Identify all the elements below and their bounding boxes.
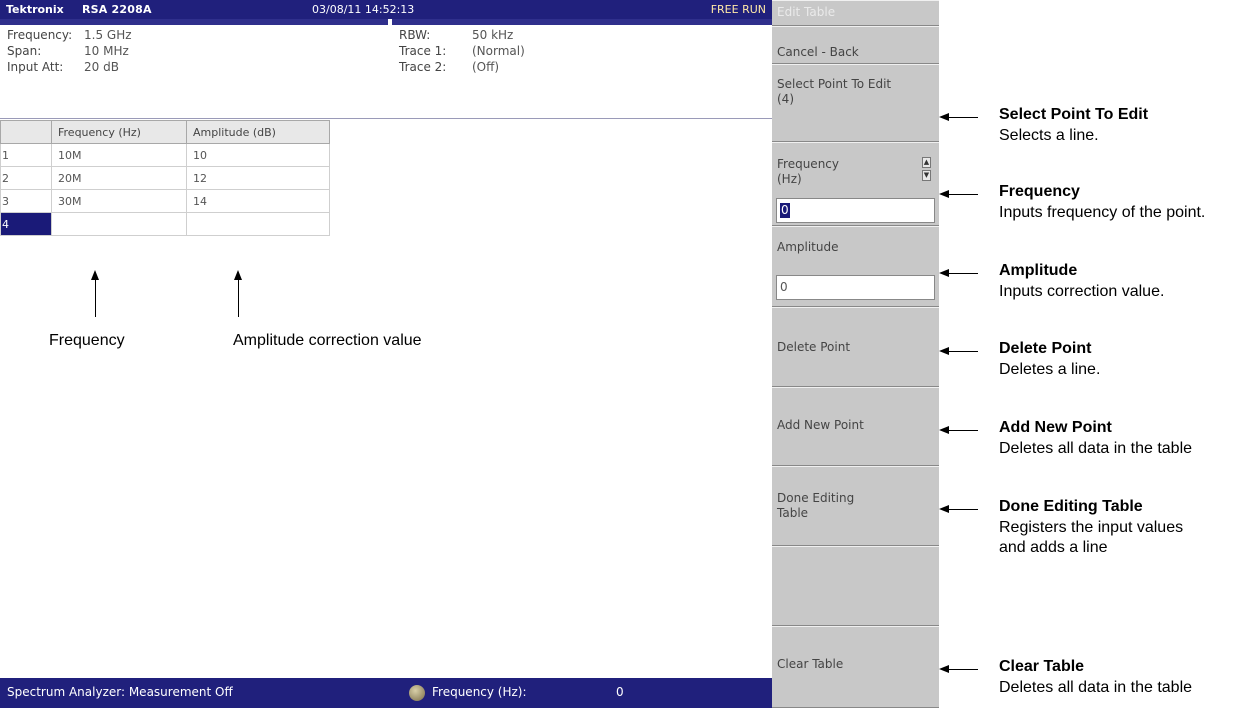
input-att-param-label: Input Att:	[7, 60, 64, 74]
table-header-frequency: Frequency (Hz)	[51, 120, 187, 144]
rbw-param-value: 50 kHz	[472, 28, 514, 42]
done-editing-button[interactable]: Done Editing Table	[772, 466, 939, 546]
table-header-row: Frequency (Hz) Amplitude (dB)	[0, 120, 330, 144]
table-header-index	[0, 120, 52, 144]
add-callout-title: Add New Point	[999, 419, 1112, 436]
table-row-selected[interactable]: 4	[0, 212, 330, 236]
amplitude-callout-line	[948, 272, 978, 274]
add-callout-line	[948, 429, 978, 431]
table-row[interactable]: 1 10M 10	[0, 143, 330, 167]
frequency-callout-line	[948, 193, 978, 195]
select-callout-title: Select Point To Edit	[999, 106, 1149, 123]
datetime-label: 03/08/11 14:52:13	[312, 3, 415, 16]
row-amplitude: 14	[186, 189, 330, 213]
done-callout-title: Done Editing Table	[999, 498, 1143, 515]
run-status: FREE RUN	[710, 3, 766, 16]
span-param-value: 10 MHz	[84, 44, 129, 58]
frequency-callout-desc: Inputs frequency of the point.	[999, 204, 1206, 221]
amplitude-input-value: 0	[780, 280, 788, 294]
trace2-param-value: (Off)	[472, 60, 500, 74]
frequency-softkey[interactable]: Frequency (Hz) ▲ ▼ 0	[772, 142, 939, 226]
frequency-input-value: 0	[780, 203, 790, 218]
delete-point-label: Delete Point	[777, 340, 851, 354]
add-new-point-button[interactable]: Add New Point	[772, 387, 939, 466]
row-amplitude: 10	[186, 143, 330, 167]
scroll-down-icon[interactable]: ▼	[922, 170, 931, 181]
amplitude-callout-title: Amplitude	[999, 262, 1078, 279]
knob-icon	[409, 685, 425, 701]
clear-table-button[interactable]: Clear Table	[772, 626, 939, 708]
input-att-param-value: 20 dB	[84, 60, 119, 74]
row-index: 2	[0, 166, 52, 190]
frequency-softkey-label: Frequency (Hz)	[777, 157, 839, 186]
clear-callout-line	[948, 668, 978, 670]
cancel-back-button[interactable]: Cancel - Back	[772, 26, 939, 64]
select-callout-line	[948, 116, 978, 118]
table-row[interactable]: 2 20M 12	[0, 166, 330, 190]
knob-frequency-value: 0	[616, 685, 624, 699]
select-callout-desc: Selects a line.	[999, 127, 1099, 144]
done-callout-desc-2: and adds a line	[999, 539, 1108, 556]
add-callout-desc: Deletes all data in the table	[999, 440, 1193, 457]
cancel-back-label: Cancel - Back	[777, 45, 859, 59]
amplitude-arrow-line	[237, 279, 239, 317]
amplitude-callout-desc: Inputs correction value.	[999, 283, 1165, 300]
amplitude-softkey[interactable]: Amplitude 0	[772, 226, 939, 307]
clear-callout-desc: Deletes all data in the table	[999, 679, 1193, 696]
table-header-amplitude: Amplitude (dB)	[186, 120, 330, 144]
row-frequency: 20M	[51, 166, 187, 190]
done-callout-line	[948, 508, 978, 510]
row-frequency	[51, 212, 187, 236]
row-frequency: 10M	[51, 143, 187, 167]
rbw-param-label: RBW:	[399, 28, 431, 42]
trace1-param-value: (Normal)	[472, 44, 525, 58]
row-frequency: 30M	[51, 189, 187, 213]
row-index: 3	[0, 189, 52, 213]
row-index: 1	[0, 143, 52, 167]
amplitude-annotation: Amplitude correction value	[233, 332, 422, 349]
delete-point-button[interactable]: Delete Point	[772, 307, 939, 387]
scroll-up-icon[interactable]: ▲	[922, 157, 931, 168]
menu-title-text: Edit Table	[777, 5, 836, 19]
model-label: RSA 2208A	[82, 3, 152, 16]
correction-table: Frequency (Hz) Amplitude (dB) 1 10M 10 2…	[0, 120, 330, 236]
measurement-params: Frequency: 1.5 GHz Span: 10 MHz Input At…	[0, 25, 772, 120]
frequency-callout-title: Frequency	[999, 183, 1080, 200]
params-divider	[0, 118, 772, 119]
status-bar: Spectrum Analyzer: Measurement Off Frequ…	[0, 678, 772, 708]
amplitude-input[interactable]: 0	[776, 275, 935, 300]
row-amplitude	[186, 212, 330, 236]
frequency-arrow-line	[94, 279, 96, 317]
instrument-screen: Tektronix RSA 2208A 03/08/11 14:52:13 FR…	[0, 0, 772, 708]
done-editing-label: Done Editing Table	[777, 491, 855, 520]
measurement-mode: Spectrum Analyzer: Measurement Off	[7, 685, 233, 699]
softkey-menu: Edit Table Cancel - Back Select Point To…	[772, 0, 939, 708]
frequency-input[interactable]: 0	[776, 198, 935, 223]
frequency-annotation: Frequency	[49, 332, 125, 349]
trace2-param-label: Trace 2:	[399, 60, 447, 74]
frequency-param-label: Frequency:	[7, 28, 73, 42]
add-new-point-label: Add New Point	[777, 418, 864, 432]
done-callout-desc-1: Registers the input values	[999, 519, 1184, 536]
select-point-count: (4)	[777, 92, 794, 106]
clear-table-label: Clear Table	[777, 657, 844, 671]
frequency-param-value: 1.5 GHz	[84, 28, 132, 42]
delete-callout-desc: Deletes a line.	[999, 361, 1101, 378]
knob-frequency-label: Frequency (Hz):	[432, 685, 527, 699]
title-bar: Tektronix RSA 2208A 03/08/11 14:52:13 FR…	[0, 0, 772, 19]
delete-callout-title: Delete Point	[999, 340, 1092, 357]
table-row[interactable]: 3 30M 14	[0, 189, 330, 213]
row-index-selected: 4	[0, 212, 52, 236]
menu-title: Edit Table	[772, 0, 939, 26]
select-point-button[interactable]: Select Point To Edit (4)	[772, 64, 939, 142]
trace1-param-label: Trace 1:	[399, 44, 447, 58]
amplitude-softkey-label: Amplitude	[777, 240, 839, 254]
span-param-label: Span:	[7, 44, 42, 58]
row-amplitude: 12	[186, 166, 330, 190]
select-point-label: Select Point To Edit	[777, 77, 892, 91]
brand-label: Tektronix	[6, 3, 64, 16]
clear-callout-title: Clear Table	[999, 658, 1085, 675]
empty-softkey	[772, 546, 939, 626]
delete-callout-line	[948, 350, 978, 352]
